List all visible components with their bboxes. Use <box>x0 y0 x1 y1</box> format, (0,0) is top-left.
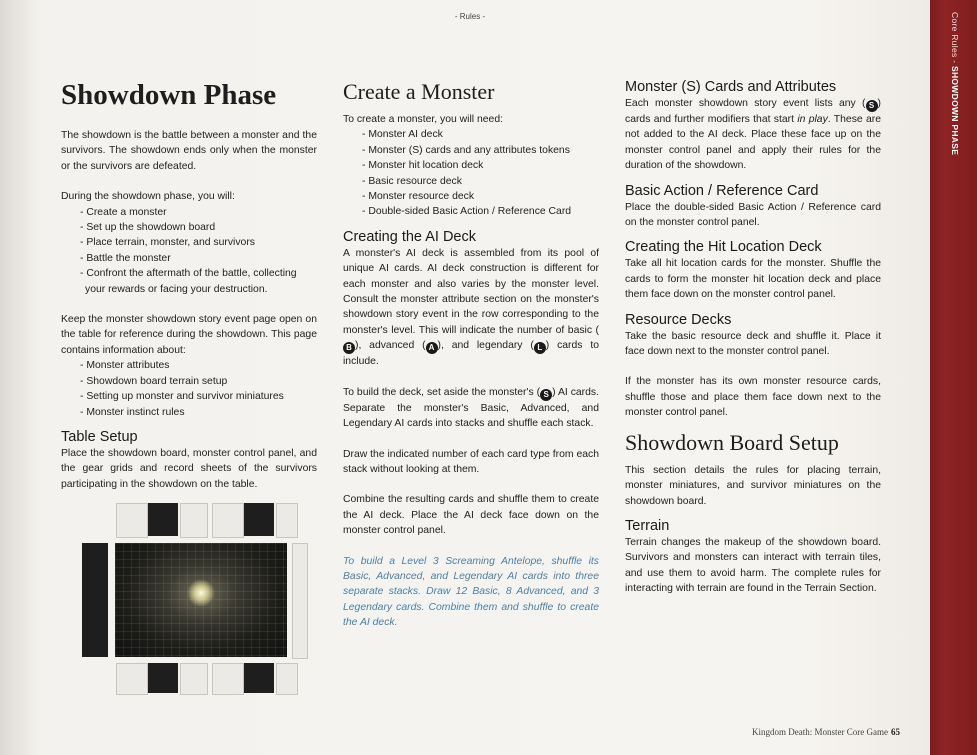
advanced-icon: A <box>425 342 438 355</box>
create-monster-heading: Create a Monster <box>343 79 495 104</box>
resource-decks-heading: Resource Decks <box>625 311 732 328</box>
basic-action-paragraph: Place the double-sided Basic Action / Re… <box>625 201 881 229</box>
column-2: Create a Monster To create a monster, yo… <box>343 78 599 631</box>
during-lead: During the showdown phase, you will: <box>61 191 235 203</box>
book-title: Kingdom Death: Monster Core Game <box>752 727 888 737</box>
board-setup-heading: Showdown Board Setup <box>625 429 839 455</box>
ai-deck-paragraph: A monster's AI deck is assembled from it… <box>343 247 599 368</box>
side-tab-phase: SHOWDOWN PHASE <box>950 65 960 156</box>
page-footer: Kingdom Death: Monster Core Game 65 <box>752 727 900 737</box>
survivor-sheet-dark <box>148 663 178 693</box>
list-item: - Showdown board terrain setup <box>80 375 228 387</box>
column-3: Monster (S) Cards and Attributes Each mo… <box>625 78 881 597</box>
basic-icon: B <box>343 342 355 355</box>
monster-lantern-glow <box>187 579 215 607</box>
gear-grid-card <box>116 503 148 538</box>
list-item: - Battle the monster <box>80 252 171 264</box>
gear-grid-card <box>116 663 148 695</box>
list-item: - Confront the aftermath of the battle, … <box>80 268 297 295</box>
terrain-heading: Terrain <box>625 517 670 534</box>
need-lead: To create a monster, you will need: <box>343 114 503 125</box>
combine-paragraph: Combine the resulting cards and shuffle … <box>343 494 599 537</box>
hit-location-heading: Creating the Hit Location Deck <box>625 239 822 256</box>
resource-paragraph-1: Take the basic resource deck and shuffle… <box>625 330 881 358</box>
ai-deck-heading: Creating the AI Deck <box>343 228 476 245</box>
example-note: To build a Level 3 Screaming Antelope, s… <box>343 555 599 629</box>
survivor-sheet-dark <box>244 663 274 693</box>
showdown-table-illustration <box>82 503 308 695</box>
list-item: - Place terrain, monster, and survivors <box>80 237 255 249</box>
list-item: - Monster instinct rules <box>80 406 185 418</box>
list-item: - Setting up monster and survivor miniat… <box>80 391 284 403</box>
keep-paragraph: Keep the monster showdown story event pa… <box>61 314 317 356</box>
build-paragraph: To build the deck, set aside the monster… <box>343 386 600 430</box>
list-item: - Create a monster <box>80 206 167 218</box>
gear-grid-card <box>212 663 244 695</box>
hit-location-paragraph: Take all hit location cards for the mons… <box>625 258 881 301</box>
table-setup-paragraph: Place the showdown board, monster contro… <box>61 447 317 490</box>
survivor-sheet-dark <box>244 503 274 536</box>
record-sheet-card <box>276 503 298 538</box>
list-item: - Monster hit location deck <box>362 160 484 172</box>
s-cards-paragraph: Each monster showdown story event lists … <box>625 98 881 172</box>
list-item: - Monster attributes <box>80 360 170 372</box>
record-sheet-card <box>180 663 208 695</box>
terrain-paragraph: Terrain changes the makeup of the showdo… <box>625 536 881 595</box>
record-sheet-card <box>180 503 208 538</box>
list-item: - Monster AI deck <box>362 129 443 141</box>
during-list: - Create a monster - Set up the showdown… <box>61 205 317 297</box>
running-header: - Rules - <box>454 12 486 21</box>
list-item: - Monster resource deck <box>362 191 475 203</box>
list-item: - Basic resource deck <box>362 175 462 187</box>
page-title: Showdown Phase <box>61 79 277 111</box>
resource-paragraph-2: If the monster has its own monster resou… <box>625 376 881 419</box>
keep-list: - Monster attributes - Showdown board te… <box>61 358 317 420</box>
legendary-icon: L <box>533 342 546 355</box>
table-setup-heading: Table Setup <box>61 428 138 445</box>
monster-control-panel <box>292 543 308 659</box>
need-list: - Monster AI deck - Monster (S) cards an… <box>343 127 599 219</box>
survivor-sheet-dark <box>148 503 178 536</box>
list-item: - Set up the showdown board <box>80 222 216 234</box>
list-item: - Monster (S) cards and any attributes t… <box>362 144 570 156</box>
basic-action-heading: Basic Action / Reference Card <box>625 182 819 199</box>
special-icon: S <box>540 388 553 401</box>
board-setup-paragraph: This section details the rules for placi… <box>625 464 881 507</box>
showdown-board-grid <box>115 543 287 657</box>
column-1: Showdown Phase The showdown is the battl… <box>61 78 317 492</box>
special-icon: S <box>865 100 878 112</box>
page-number: 65 <box>890 727 900 737</box>
side-tab-section: Core Rules - <box>950 12 960 66</box>
side-tab-label: Core Rules - SHOWDOWN PHASE <box>950 12 960 155</box>
record-sheet-card <box>276 663 298 695</box>
list-item: - Double-sided Basic Action / Reference … <box>362 206 572 218</box>
intro-paragraph: The showdown is the battle between a mon… <box>61 130 317 172</box>
s-cards-heading: Monster (S) Cards and Attributes <box>625 79 837 95</box>
draw-paragraph: Draw the indicated number of each card t… <box>343 448 599 475</box>
gear-grid-card <box>212 503 244 538</box>
survivor-panel-left <box>82 543 108 657</box>
